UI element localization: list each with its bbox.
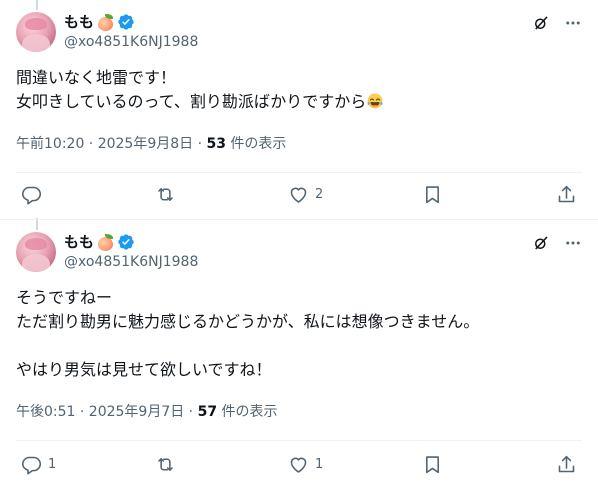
retweet-button[interactable] bbox=[155, 454, 182, 475]
tweet-text-line: やはり男気は見せて欲しいですね！ bbox=[16, 360, 272, 379]
tweet-top-actions bbox=[530, 232, 584, 254]
bookmark-icon bbox=[426, 186, 439, 204]
share-button[interactable] bbox=[556, 454, 577, 475]
share-button[interactable] bbox=[556, 184, 577, 205]
more-options-icon[interactable] bbox=[562, 232, 584, 254]
bookmark-button[interactable] bbox=[422, 184, 443, 205]
share-icon bbox=[558, 455, 575, 473]
action-bar: 1 1 bbox=[0, 446, 598, 486]
author-handle[interactable]: @xo4851K6NJ1988 bbox=[64, 253, 198, 271]
like-count: 1 bbox=[315, 457, 324, 472]
tweet-meta: 午後0:51 · 2025年9月7日 · 57 件の表示 bbox=[16, 403, 278, 421]
tweet[interactable]: もも @xo4851K6NJ1988 そうですねー ただ割り勘男に魅力感じるかど… bbox=[0, 220, 598, 490]
bookmark-icon bbox=[426, 456, 439, 474]
divider bbox=[16, 440, 582, 441]
tweet-text: 間違いなく地雷です！ 女叩きしているのって、割り勘派ばかりですから bbox=[16, 66, 384, 114]
author-name-row[interactable]: もも bbox=[64, 12, 135, 32]
view-count: 53 bbox=[206, 136, 226, 152]
reply-button[interactable]: 1 bbox=[21, 454, 56, 475]
timestamp[interactable]: 午前10:20 · 2025年9月8日 · bbox=[16, 136, 207, 152]
tweet-text-line bbox=[16, 334, 479, 358]
tweet-text-line: そうですねー bbox=[16, 288, 113, 307]
retweet-button[interactable] bbox=[155, 184, 182, 205]
bookmark-button[interactable] bbox=[422, 454, 443, 475]
verified-badge-icon bbox=[118, 14, 134, 30]
reply-icon bbox=[21, 186, 42, 205]
tears-of-joy-emoji-icon bbox=[367, 93, 383, 109]
tweet[interactable]: もも @xo4851K6NJ1988 間違いなく地雷です！ 女叩きしているのって… bbox=[0, 0, 598, 218]
tweet-text-line: 女叩きしているのって、割り勘派ばかりですから bbox=[16, 90, 384, 114]
verified-badge-icon bbox=[118, 234, 134, 250]
retweet-icon bbox=[158, 188, 173, 201]
reply-icon bbox=[21, 456, 42, 475]
retweet-icon bbox=[158, 458, 173, 471]
peach-emoji-icon bbox=[97, 13, 114, 31]
tweet-meta: 午前10:20 · 2025年9月8日 · 53 件の表示 bbox=[16, 135, 286, 153]
action-bar: 2 bbox=[0, 176, 598, 216]
author-handle[interactable]: @xo4851K6NJ1988 bbox=[64, 33, 198, 51]
view-count: 57 bbox=[197, 404, 218, 420]
peach-emoji-icon bbox=[97, 233, 114, 251]
reply-count: 1 bbox=[48, 457, 57, 472]
view-label: 件の表示 bbox=[217, 404, 278, 420]
tweet-text-line: ただ割り勘男に魅力感じるかどうかが、私には想像つきません。 bbox=[16, 312, 480, 331]
like-button[interactable]: 1 bbox=[288, 454, 323, 475]
reply-button[interactable] bbox=[21, 184, 48, 205]
tweet-text: そうですねー ただ割り勘男に魅力感じるかどうかが、私には想像つきません。 やはり… bbox=[16, 286, 479, 382]
like-button[interactable]: 2 bbox=[288, 184, 323, 205]
grok-icon[interactable] bbox=[530, 232, 552, 254]
author-name-row[interactable]: もも bbox=[64, 232, 135, 252]
divider bbox=[16, 172, 582, 173]
heart-icon bbox=[290, 187, 307, 203]
tweet-text-line: 間違いなく地雷です！ bbox=[16, 68, 177, 87]
heart-icon bbox=[290, 457, 307, 473]
avatar[interactable] bbox=[16, 232, 56, 272]
like-count: 2 bbox=[315, 187, 324, 202]
author-name[interactable]: もも bbox=[64, 12, 94, 32]
timestamp[interactable]: 午後0:51 · 2025年9月7日 · bbox=[16, 404, 198, 420]
grok-icon[interactable] bbox=[530, 12, 552, 34]
more-options-icon[interactable] bbox=[562, 12, 584, 34]
view-label: 件の表示 bbox=[225, 136, 287, 152]
avatar[interactable] bbox=[16, 12, 56, 52]
author-name[interactable]: もも bbox=[64, 232, 94, 252]
share-icon bbox=[558, 185, 575, 203]
tweet-top-actions bbox=[530, 12, 584, 34]
